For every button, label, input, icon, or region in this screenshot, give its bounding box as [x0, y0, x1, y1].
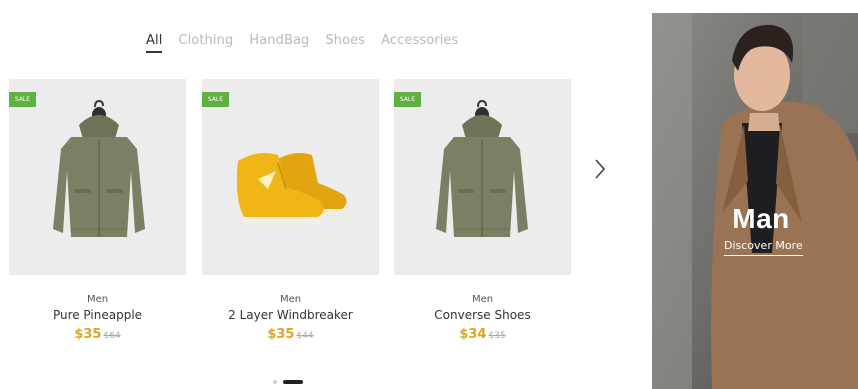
- product-category: Men: [86, 294, 109, 305]
- product-category: Men: [279, 294, 302, 305]
- men-banner[interactable]: Man Discover More: [652, 13, 858, 389]
- tab-shoes[interactable]: Shoes: [325, 33, 365, 53]
- product-category: Men: [471, 294, 494, 305]
- product-prices: $35 $44: [202, 325, 379, 344]
- product-price: $35: [74, 327, 102, 342]
- category-tabs: All Clothing HandBag Shoes Accessories: [146, 33, 474, 53]
- sneaker-icon: [236, 153, 347, 225]
- product-image-jacket[interactable]: [394, 79, 571, 275]
- jacket-icon: [53, 99, 145, 237]
- product-prices: $34 $35: [394, 325, 571, 344]
- tab-accessories[interactable]: Accessories: [381, 33, 458, 53]
- jacket-icon: [436, 99, 528, 237]
- banner-title: Man: [732, 203, 790, 234]
- carousel-next-button[interactable]: [590, 157, 610, 181]
- discover-more-link[interactable]: Discover More: [724, 239, 803, 256]
- product-info: Men 2 Layer Windbreaker $35 $44: [202, 293, 379, 344]
- product-old-price: $44: [296, 331, 314, 341]
- product-old-price: $64: [103, 331, 121, 341]
- product-card[interactable]: SALE: [9, 79, 186, 275]
- product-price: $34: [459, 327, 487, 342]
- product-price: $35: [267, 327, 295, 342]
- product-old-price: $35: [488, 331, 506, 341]
- tab-clothing[interactable]: Clothing: [178, 33, 233, 53]
- product-info: Men Pure Pineapple $35 $64: [9, 293, 186, 344]
- pagination-dot[interactable]: [273, 380, 277, 384]
- model-photo: [652, 13, 858, 389]
- product-card[interactable]: SALE: [202, 79, 379, 275]
- product-name[interactable]: 2 Layer Windbreaker: [202, 307, 379, 323]
- product-name[interactable]: Converse Shoes: [394, 307, 571, 323]
- product-image-sneakers[interactable]: [202, 79, 379, 275]
- chevron-right-icon: [595, 159, 606, 179]
- product-prices: $35 $64: [9, 325, 186, 344]
- product-card[interactable]: SALE: [394, 79, 571, 275]
- tab-all[interactable]: All: [146, 33, 163, 53]
- product-image-jacket[interactable]: [9, 79, 186, 275]
- product-name[interactable]: Pure Pineapple: [9, 307, 186, 323]
- carousel-pagination: [273, 380, 303, 384]
- product-info: Men Converse Shoes $34 $35: [394, 293, 571, 344]
- pagination-dot-active[interactable]: [283, 380, 303, 384]
- tab-handbag[interactable]: HandBag: [249, 33, 309, 53]
